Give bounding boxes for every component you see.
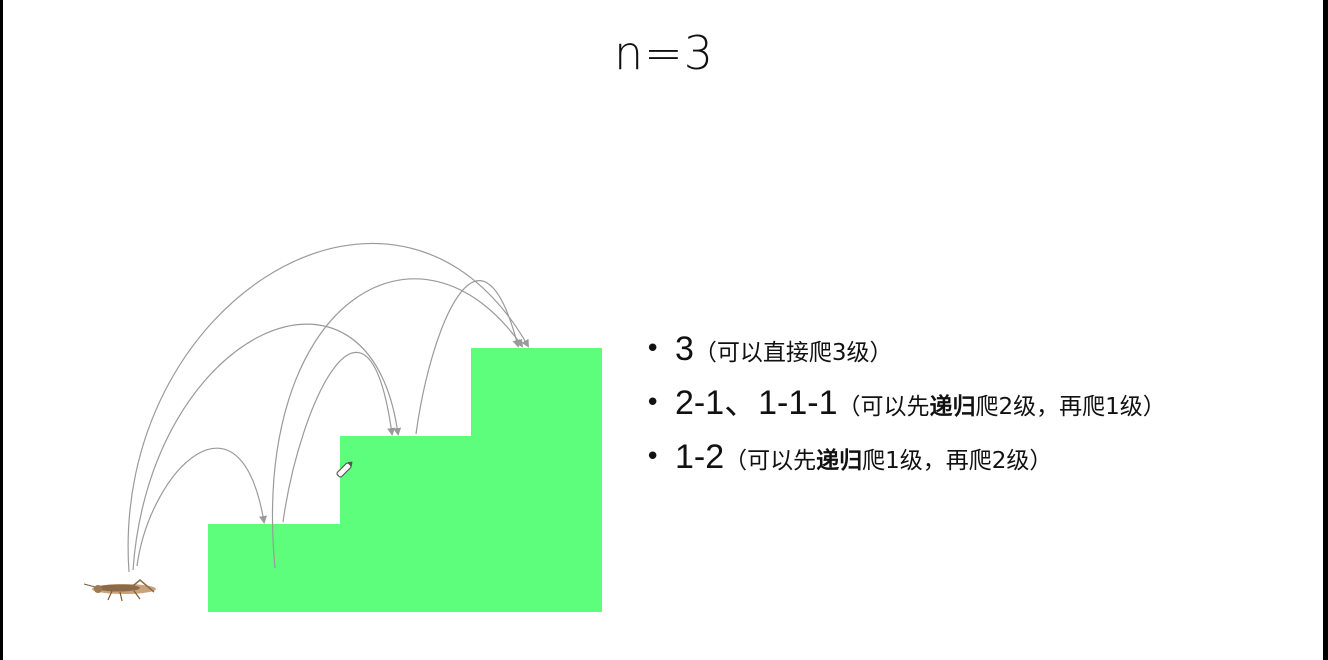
list-item: • 3（可以直接爬3级） [645, 330, 1285, 374]
case-note: （可以直接爬3级） [694, 340, 893, 366]
staircase [208, 348, 602, 612]
list-item: • 1-2（可以先递归爬1级，再爬2级） [645, 438, 1285, 482]
case-note: （可以先递归爬1级，再爬2级） [724, 448, 1052, 474]
bullet-icon: • [645, 388, 661, 418]
grasshopper-icon [83, 579, 156, 602]
case-note: （可以先递归爬2级，再爬1级） [838, 394, 1166, 420]
case-main: 3 [675, 330, 694, 368]
cases-list: • 3（可以直接爬3级） • 2-1、1-1-1（可以先递归爬2级，再爬1级） … [645, 330, 1285, 492]
case-main: 2-1、1-1-1 [675, 384, 838, 422]
case-note-bold: 递归 [929, 394, 976, 420]
case-note-pre: （可以先 [837, 394, 930, 420]
list-item: • 2-1、1-1-1（可以先递归爬2级，再爬1级） [645, 384, 1285, 428]
case-note-post: 爬1级，再爬2级） [862, 448, 1053, 474]
bullet-icon: • [645, 442, 661, 472]
slide: n=3 • 3（可以直接爬3级） • 2-1、1-1-1（可以先递归爬2级，再爬… [0, 0, 1328, 660]
case-main: 1-2 [675, 438, 725, 476]
case-note-pre: （可以直接爬3级） [693, 340, 893, 366]
bullet-icon: • [645, 334, 661, 364]
case-note-post: 爬2级，再爬1级） [975, 394, 1166, 420]
case-note-bold: 递归 [816, 448, 863, 474]
case-note-pre: （可以先 [724, 448, 817, 474]
